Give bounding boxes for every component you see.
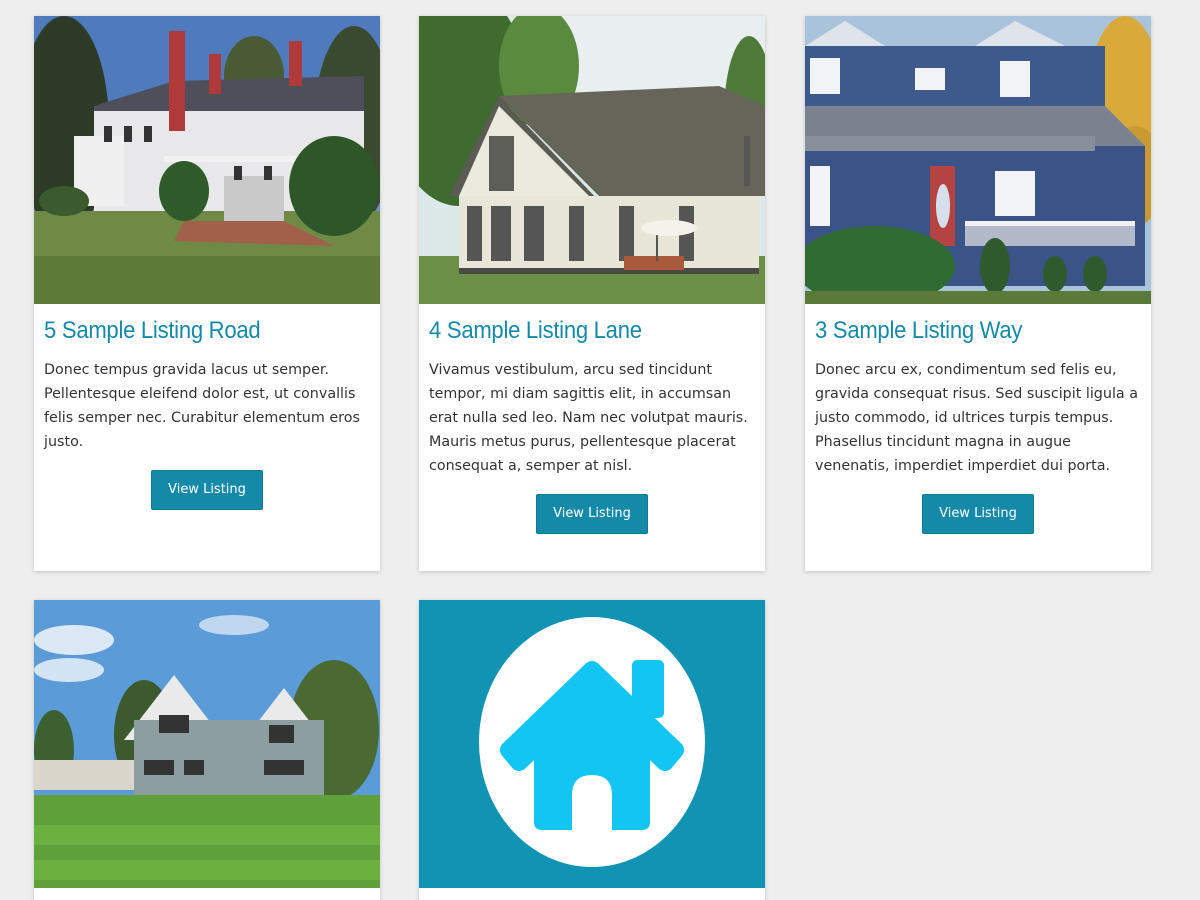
button-wrap: View Listing	[805, 494, 1151, 534]
listing-description: Donec arcu ex, condimentum sed felis eu,…	[815, 362, 1138, 474]
listing-photo[interactable]	[34, 16, 380, 304]
listing-title[interactable]: 5 Sample Listing Road	[44, 314, 344, 348]
listing-title[interactable]: 3 Sample Listing Way	[815, 314, 1115, 348]
listing-photo[interactable]	[419, 16, 765, 304]
button-wrap: View Listing	[34, 470, 380, 510]
listing-photo[interactable]	[805, 16, 1151, 304]
view-listing-button[interactable]: View Listing	[922, 494, 1034, 534]
listing-card	[419, 600, 765, 900]
listing-card: 4 Sample Listing Lane Vivamus vestibulum…	[419, 16, 765, 571]
placeholder-image[interactable]	[419, 600, 765, 888]
listings-grid: 5 Sample Listing Road Donec tempus gravi…	[0, 0, 1200, 900]
listing-card: 5 Sample Listing Road Donec tempus gravi…	[34, 16, 380, 571]
button-wrap: View Listing	[419, 494, 765, 534]
view-listing-button[interactable]: View Listing	[151, 470, 263, 510]
listing-description: Donec tempus gravida lacus ut semper. Pe…	[44, 362, 360, 450]
listing-description: Vivamus vestibulum, arcu sed tincidunt t…	[429, 362, 748, 474]
listing-card: 3 Sample Listing Way Donec arcu ex, cond…	[805, 16, 1151, 571]
view-listing-button[interactable]: View Listing	[536, 494, 648, 534]
listing-card	[34, 600, 380, 900]
listing-title[interactable]: 4 Sample Listing Lane	[429, 314, 729, 348]
listing-photo[interactable]	[34, 600, 380, 888]
